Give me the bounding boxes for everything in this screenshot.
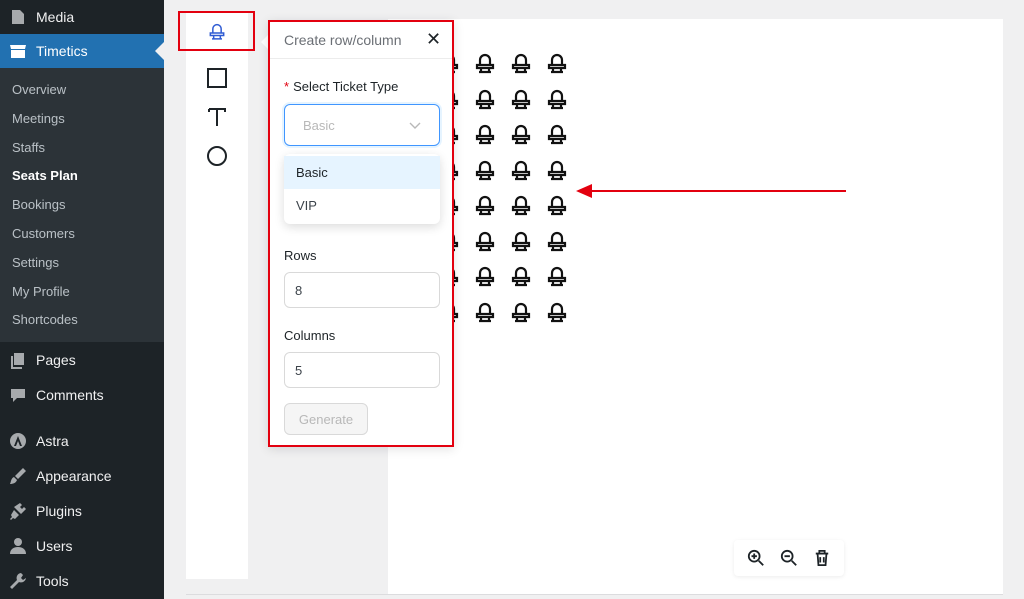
submenu-item-shortcodes[interactable]: Shortcodes: [12, 312, 78, 327]
menu-item-appearance[interactable]: Appearance: [0, 459, 164, 493]
astra-icon: [0, 431, 36, 451]
generate-button[interactable]: Generate: [284, 403, 368, 435]
menu-item-plugins[interactable]: Plugins: [0, 494, 164, 528]
panel-title: Create row/column: [284, 32, 402, 48]
seat-icon[interactable]: [509, 195, 533, 219]
rows-label: Rows: [284, 248, 317, 263]
ticket-type-dropdown: Basic VIP: [284, 154, 440, 224]
seat-icon[interactable]: [473, 53, 497, 77]
menu-item-label: Comments: [36, 387, 104, 403]
active-menu-arrow: [155, 42, 164, 60]
admin-sidebar: Media Timetics Overview Meetings Staffs …: [0, 0, 164, 599]
media-icon: [0, 7, 36, 27]
submenu-item-my-profile[interactable]: My Profile: [12, 284, 70, 299]
submenu-item-staffs[interactable]: Staffs: [12, 140, 45, 155]
seat-icon[interactable]: [509, 231, 533, 255]
seat-icon[interactable]: [509, 160, 533, 184]
panel-divider: [270, 58, 452, 59]
seat-icon[interactable]: [473, 195, 497, 219]
text-tool-icon[interactable]: [200, 102, 234, 132]
rectangle-tool-icon[interactable]: [200, 63, 234, 93]
menu-item-users[interactable]: Users: [0, 529, 164, 563]
menu-item-label: Timetics: [36, 43, 88, 59]
menu-item-label: Pages: [36, 352, 76, 368]
seat-icon[interactable]: [509, 266, 533, 290]
submenu-item-settings[interactable]: Settings: [12, 255, 59, 270]
seat-icon[interactable]: [545, 302, 569, 326]
menu-item-timetics[interactable]: Timetics: [0, 34, 164, 68]
seat-icon[interactable]: [545, 195, 569, 219]
menu-item-comments[interactable]: Comments: [0, 378, 164, 412]
seat-icon[interactable]: [473, 89, 497, 113]
annotation-arrow: [576, 184, 846, 198]
columns-label: Columns: [284, 328, 336, 343]
seat-icon[interactable]: [473, 160, 497, 184]
rows-input[interactable]: [284, 272, 440, 308]
seat-icon[interactable]: [545, 124, 569, 148]
canvas-bottom-divider: [186, 594, 1003, 595]
menu-item-label: Astra: [36, 433, 69, 449]
ticket-type-selected-value: Basic: [303, 117, 335, 133]
seat-icon[interactable]: [545, 266, 569, 290]
seat-icon[interactable]: [509, 53, 533, 77]
zoom-out-icon[interactable]: [777, 546, 801, 570]
submenu-item-overview[interactable]: Overview: [12, 82, 66, 97]
zoom-toolbar: [734, 540, 844, 576]
menu-item-tools[interactable]: Tools: [0, 564, 164, 598]
seat-icon[interactable]: [509, 302, 533, 326]
brush-icon: [0, 466, 36, 486]
seat-icon[interactable]: [473, 124, 497, 148]
zoom-in-icon[interactable]: [744, 546, 768, 570]
chevron-down-icon: [409, 122, 421, 129]
ticket-option-basic[interactable]: Basic: [284, 156, 440, 189]
trash-icon[interactable]: [810, 546, 834, 570]
seat-icon[interactable]: [473, 231, 497, 255]
pages-icon: [0, 350, 36, 370]
submenu-item-meetings[interactable]: Meetings: [12, 111, 65, 126]
submenu-item-seats-plan[interactable]: Seats Plan: [12, 168, 78, 183]
store-icon: [0, 41, 36, 61]
ticket-option-vip[interactable]: VIP: [284, 189, 440, 222]
columns-input[interactable]: [284, 352, 440, 388]
menu-item-label: Appearance: [36, 468, 112, 484]
submenu-item-bookings[interactable]: Bookings: [12, 197, 65, 212]
seat-tool-highlight: [178, 11, 255, 51]
seat-icon[interactable]: [545, 89, 569, 113]
ticket-type-label-text: Select Ticket Type: [293, 79, 399, 94]
seat-icon[interactable]: [509, 124, 533, 148]
menu-item-label: Media: [36, 9, 75, 25]
close-icon[interactable]: ✕: [426, 30, 441, 48]
menu-item-media[interactable]: Media: [0, 0, 164, 34]
seat-icon[interactable]: [545, 53, 569, 77]
seat-icon[interactable]: [545, 231, 569, 255]
ticket-type-label: * Select Ticket Type: [284, 79, 398, 94]
menu-item-label: Tools: [36, 573, 69, 589]
seat-icon[interactable]: [473, 266, 497, 290]
ticket-type-select[interactable]: Basic: [284, 104, 440, 146]
circle-tool-icon[interactable]: [200, 141, 234, 171]
plugins-icon: [0, 501, 36, 521]
comments-icon: [0, 385, 36, 405]
menu-item-label: Plugins: [36, 503, 82, 519]
menu-item-label: Users: [36, 538, 73, 554]
menu-item-pages[interactable]: Pages: [0, 343, 164, 377]
seat-icon[interactable]: [545, 160, 569, 184]
users-icon: [0, 536, 36, 556]
submenu-item-customers[interactable]: Customers: [12, 226, 75, 241]
wrench-icon: [0, 571, 36, 591]
required-mark: *: [284, 79, 290, 94]
shape-tools-panel: [186, 12, 248, 579]
timetics-submenu: Overview Meetings Staffs Seats Plan Book…: [0, 68, 164, 342]
seat-icon[interactable]: [509, 89, 533, 113]
menu-item-astra[interactable]: Astra: [0, 424, 164, 458]
seat-icon[interactable]: [473, 302, 497, 326]
panel-pointer: [261, 35, 268, 49]
create-row-column-panel: Create row/column ✕ * Select Ticket Type …: [268, 20, 454, 447]
